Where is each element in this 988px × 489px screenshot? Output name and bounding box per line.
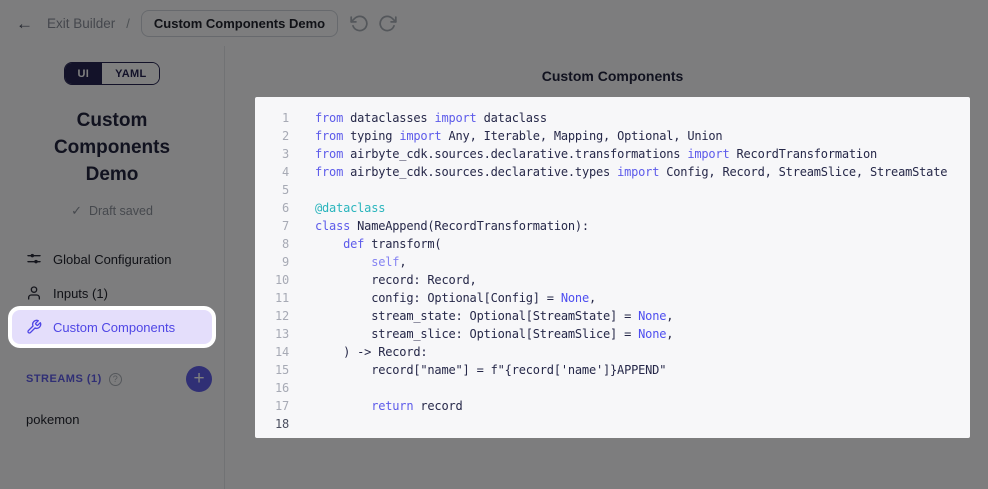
line-number: 8: [255, 235, 289, 253]
code-line: 4 from airbyte_cdk.sources.declarative.ty…: [255, 163, 970, 181]
code-line: 14 ) -> Record:: [255, 343, 970, 361]
ui-yaml-toggle: UI YAML: [64, 62, 161, 85]
code-line: 9 self,: [255, 253, 970, 271]
code-text: ) -> Record:: [315, 343, 427, 361]
code-line: 16: [255, 379, 970, 397]
save-status-text: Draft saved: [89, 204, 153, 218]
redo-icon[interactable]: [378, 14, 397, 33]
builder-body: UI YAML Custom Components Demo ✓ Draft s…: [0, 46, 988, 489]
code-line: 8 def transform(: [255, 235, 970, 253]
code-text: record["name"] = f"{record['name']}APPEN…: [315, 361, 666, 379]
code-text: class NameAppend(RecordTransformation):: [315, 217, 589, 235]
line-number: 17: [255, 397, 289, 415]
code-line: 2 from typing import Any, Iterable, Mappi…: [255, 127, 970, 145]
sidebar-item-label: Custom Components: [53, 320, 175, 335]
sidebar-item-inputs[interactable]: Inputs (1): [12, 276, 212, 310]
code-line: 12 stream_state: Optional[StreamState] =…: [255, 307, 970, 325]
wrench-icon: [26, 319, 42, 335]
code-text: from dataclasses import dataclass: [315, 109, 547, 127]
main-panel: Custom Components 1 from dataclasses impo…: [225, 46, 988, 489]
user-icon: [26, 285, 42, 301]
line-number: 2: [255, 127, 289, 145]
toggle-ui[interactable]: UI: [65, 63, 103, 84]
back-arrow-icon[interactable]: ←: [16, 15, 33, 32]
sidebar: UI YAML Custom Components Demo ✓ Draft s…: [0, 46, 225, 489]
line-number: 9: [255, 253, 289, 271]
code-text: from airbyte_cdk.sources.declarative.typ…: [315, 163, 947, 181]
code-line: 3 from airbyte_cdk.sources.declarative.tr…: [255, 145, 970, 163]
sidebar-item-global-configuration[interactable]: Global Configuration: [12, 242, 212, 276]
line-number: 6: [255, 199, 289, 217]
code-text: from typing import Any, Iterable, Mappin…: [315, 127, 722, 145]
line-number: 14: [255, 343, 289, 361]
add-stream-button[interactable]: +: [186, 366, 212, 392]
streams-header: STREAMS (1) ? +: [0, 366, 224, 392]
sidebar-nav: Global Configuration Inputs (1) Custom C…: [0, 242, 224, 344]
code-line: 17 return record: [255, 397, 970, 415]
undo-icon[interactable]: [350, 14, 369, 33]
code-line: 1 from dataclasses import dataclass: [255, 109, 970, 127]
streams-label: STREAMS (1): [26, 373, 102, 385]
code-text: record: Record,: [315, 271, 477, 289]
code-line: 5: [255, 181, 970, 199]
line-number: 5: [255, 181, 289, 199]
code-line: 10 record: Record,: [255, 271, 970, 289]
code-line: 6 @dataclass: [255, 199, 970, 217]
code-text: self,: [315, 253, 406, 271]
line-number: 1: [255, 109, 289, 127]
toggle-yaml[interactable]: YAML: [102, 63, 159, 84]
line-number: 18: [255, 415, 289, 433]
line-number: 12: [255, 307, 289, 325]
sidebar-item-label: Global Configuration: [53, 252, 172, 267]
code-text: def transform(: [315, 235, 441, 253]
stream-item-pokemon[interactable]: pokemon: [0, 404, 224, 435]
sliders-icon: [26, 251, 42, 267]
connector-builder-app: ← Exit Builder / Custom Components Demo …: [0, 0, 988, 489]
code-line: 7 class NameAppend(RecordTransformation):: [255, 217, 970, 235]
info-icon[interactable]: ?: [109, 373, 122, 386]
code-line: 11 config: Optional[Config] = None,: [255, 289, 970, 307]
stream-list: pokemon: [0, 404, 224, 435]
line-number: 4: [255, 163, 289, 181]
code-text: stream_state: Optional[StreamState] = No…: [315, 307, 673, 325]
line-number: 15: [255, 361, 289, 379]
line-number: 13: [255, 325, 289, 343]
topbar: ← Exit Builder / Custom Components Demo: [0, 0, 988, 46]
connector-title: Custom Components Demo: [0, 107, 224, 188]
project-name-text: Custom Components Demo: [154, 16, 325, 31]
sidebar-item-label: Inputs (1): [53, 286, 108, 301]
line-number: 3: [255, 145, 289, 163]
check-icon: ✓: [71, 203, 82, 219]
code-text: return record: [315, 397, 463, 415]
code-line: 18: [255, 415, 970, 433]
code-editor[interactable]: 1 from dataclasses import dataclass 2 from …: [255, 97, 970, 438]
line-number: 11: [255, 289, 289, 307]
code-line: 15 record["name"] = f"{record['name']}AP…: [255, 361, 970, 379]
line-number: 10: [255, 271, 289, 289]
code-line: 13 stream_slice: Optional[StreamSlice] =…: [255, 325, 970, 343]
code-text: from airbyte_cdk.sources.declarative.tra…: [315, 145, 877, 163]
line-number: 7: [255, 217, 289, 235]
line-number: 16: [255, 379, 289, 397]
page-title: Custom Components: [255, 68, 970, 84]
code-text: stream_slice: Optional[StreamSlice] = No…: [315, 325, 673, 343]
save-status: ✓ Draft saved: [0, 203, 224, 219]
breadcrumb-separator: /: [126, 16, 130, 31]
sidebar-item-custom-components[interactable]: Custom Components: [12, 310, 212, 344]
exit-builder-link[interactable]: Exit Builder: [47, 16, 115, 31]
code-text: config: Optional[Config] = None,: [315, 289, 596, 307]
code-text: @dataclass: [315, 199, 385, 217]
project-name-input[interactable]: Custom Components Demo: [141, 10, 338, 37]
